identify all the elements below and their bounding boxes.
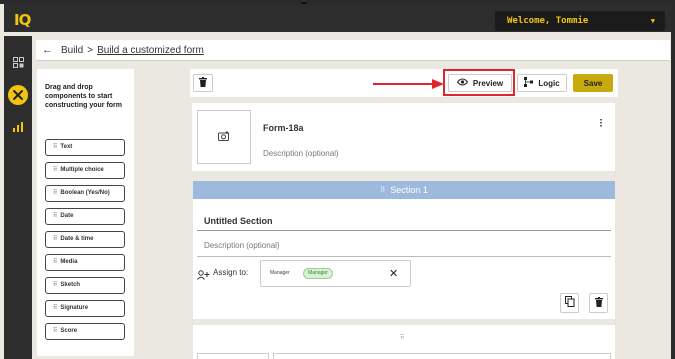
section-description-field[interactable]: Description (optional) xyxy=(204,241,280,250)
more-vert-icon[interactable]: · · · xyxy=(600,116,603,132)
breadcrumb-separator: > xyxy=(87,44,94,56)
drag-handle-icon: ⠿ xyxy=(53,190,58,196)
drag-handle-icon: ⠿ xyxy=(53,282,58,288)
breadcrumb: ← Build > Build a customized form xyxy=(36,40,670,60)
component-text[interactable]: ⠿ Text xyxy=(45,139,125,156)
delete-form-button[interactable] xyxy=(193,74,213,92)
component-multiple-choice[interactable]: ⠿ Multiple choice xyxy=(45,162,125,179)
component-label: Media xyxy=(60,259,78,265)
drag-handle-icon: ⠿ xyxy=(53,305,58,311)
delete-section-button[interactable] xyxy=(589,293,608,313)
drag-handle-icon: ⠿ xyxy=(53,167,58,173)
close-icon[interactable]: ✕ xyxy=(389,267,398,280)
palette-title: Drag and drop components to start constr… xyxy=(45,84,123,109)
preview-button[interactable]: Preview xyxy=(448,74,512,92)
chevron-down-icon: ▼ xyxy=(650,17,655,25)
component-label: Multiple choice xyxy=(60,167,104,173)
back-arrow-icon[interactable]: ← xyxy=(42,44,53,56)
user-menu[interactable]: Welcome, Tommie ▼ xyxy=(495,11,665,31)
component-score[interactable]: ⠿ Score xyxy=(45,323,125,340)
assignee-chip[interactable]: Manager xyxy=(303,268,333,279)
chart-icon[interactable] xyxy=(11,120,25,134)
drag-handle-icon: ⠿ xyxy=(53,328,58,334)
section-header-label: Section 1 xyxy=(390,185,428,195)
form-description-field[interactable]: Description (optional) xyxy=(263,149,339,158)
welcome-text: Welcome, Tommie xyxy=(507,16,589,26)
breadcrumb-current[interactable]: Build a customized form xyxy=(97,45,204,56)
component-media[interactable]: ⠿ Media xyxy=(45,254,125,271)
save-button[interactable]: Save xyxy=(573,74,613,92)
drag-handle-icon: ⠿ xyxy=(53,144,58,150)
copy-icon xyxy=(564,294,575,312)
component-boolean[interactable]: ⠿ Boolean (Yes/No) xyxy=(45,185,125,202)
component-label: Boolean (Yes/No) xyxy=(60,190,110,196)
left-nav-rail xyxy=(4,36,32,359)
dashboard-icon[interactable] xyxy=(11,55,25,69)
logic-button[interactable]: Logic xyxy=(517,74,567,92)
drag-handle-icon: ⠿ xyxy=(380,187,385,194)
trash-icon xyxy=(199,74,207,92)
component-sketch[interactable]: ⠿ Sketch xyxy=(45,277,125,294)
assign-user-icon xyxy=(197,267,210,285)
annotation-arrow xyxy=(373,79,444,89)
logic-icon xyxy=(524,77,534,89)
section-title-field[interactable]: Untitled Section xyxy=(204,216,273,226)
component-signature[interactable]: ⠿ Signature xyxy=(45,300,125,317)
breadcrumb-parent[interactable]: Build xyxy=(61,45,83,56)
component-label: Date & time xyxy=(60,236,94,242)
preview-label: Preview xyxy=(472,78,504,88)
tools-icon[interactable] xyxy=(8,85,28,105)
drag-handle-icon: ⠿ xyxy=(53,236,58,242)
component-label: Sketch xyxy=(60,282,81,288)
drag-handle-icon: ⠿ xyxy=(53,259,58,265)
assign-to-select[interactable]: Manager Manager ✕ xyxy=(260,260,411,287)
question-text-field[interactable] xyxy=(273,353,611,359)
duplicate-section-button[interactable] xyxy=(560,293,579,313)
device-frame-right xyxy=(671,4,675,359)
next-question-card: ⠿ xyxy=(193,325,615,359)
form-header-card: Form-18a Description (optional) · · · xyxy=(192,103,615,171)
section-title-underline xyxy=(197,230,611,231)
form-image-upload[interactable] xyxy=(197,110,251,164)
section-description-underline xyxy=(197,256,611,257)
assign-value: Manager xyxy=(270,270,290,276)
component-label: Signature xyxy=(60,305,89,311)
component-label: Text xyxy=(60,144,73,150)
component-date-time[interactable]: ⠿ Date & time xyxy=(45,231,125,248)
assign-to-label: Assign to: xyxy=(213,268,249,277)
component-label: Score xyxy=(60,328,78,334)
form-name-field[interactable]: Form-18a xyxy=(263,123,304,133)
question-type-field[interactable] xyxy=(197,353,269,359)
trash-icon xyxy=(594,294,603,312)
app-logo: IQ xyxy=(14,11,31,29)
camera-add-icon xyxy=(218,128,230,146)
eye-icon xyxy=(456,78,469,88)
component-date[interactable]: ⠿ Date xyxy=(45,208,125,225)
section-header[interactable]: ⠿ Section 1 xyxy=(193,181,615,199)
drag-handle-icon: ⠿ xyxy=(53,213,58,219)
logic-label: Logic xyxy=(538,78,560,88)
section-body: Untitled Section Description (optional) … xyxy=(193,199,615,319)
top-bar: IQ Welcome, Tommie ▼ xyxy=(4,4,671,32)
component-palette: Drag and drop components to start constr… xyxy=(37,69,134,356)
breadcrumb-divider xyxy=(36,60,670,61)
drag-handle-icon[interactable]: ⠿ xyxy=(400,334,405,341)
component-label: Date xyxy=(60,213,74,219)
